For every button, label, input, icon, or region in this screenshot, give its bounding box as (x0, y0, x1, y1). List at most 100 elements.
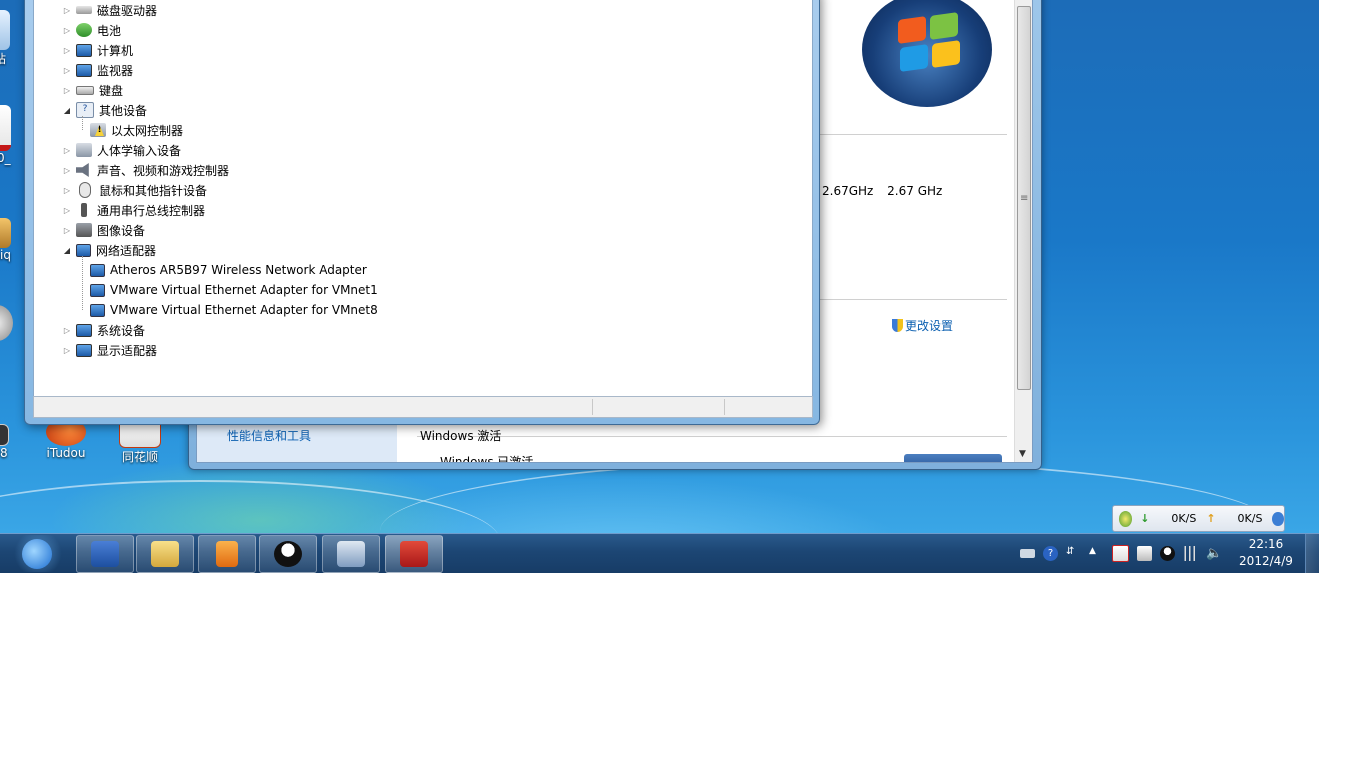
tree-node[interactable]: ◢? 其他设备 (62, 100, 147, 120)
change-settings-label: 更改设置 (905, 319, 954, 333)
tree-node[interactable]: ▷ 声音、视频和游戏控制器 (62, 160, 229, 180)
keyboard-icon (76, 85, 94, 95)
shield-icon (892, 319, 903, 332)
tree-node[interactable]: 以太网控制器 (90, 120, 183, 140)
flag-green (930, 12, 958, 40)
keyboard-icon[interactable] (1020, 549, 1035, 558)
help-icon[interactable]: ? (1043, 546, 1058, 561)
tree-node[interactable]: ▷ 鼠标和其他指针设备 (62, 180, 207, 200)
tree-node-label: 计算机 (97, 43, 134, 58)
expand-arrow-icon[interactable]: ▷ (62, 326, 72, 335)
start-button[interactable] (10, 535, 66, 572)
tree-node[interactable]: VMware Virtual Ethernet Adapter for VMne… (90, 300, 378, 320)
sound-icon (76, 163, 89, 177)
perf-info-link[interactable]: 性能信息和工具 (227, 427, 311, 444)
collapse-arrow-icon[interactable]: ◢ (62, 246, 72, 255)
desktop-icon-disc[interactable] (0, 305, 14, 341)
tree-node-label: 其他设备 (99, 103, 148, 118)
desktop-icon-label: iniq (0, 248, 11, 262)
restore-icon[interactable]: ⇵ (1066, 546, 1081, 561)
taskbar: ? ⇵ ▲ 🔈 22:16 2012/4/9 (0, 533, 1320, 573)
desktop-icon-label: 同花顺 (121, 450, 158, 464)
expand-arrow-icon[interactable]: ▷ (62, 6, 72, 15)
volume-icon[interactable]: 🔈 (1206, 546, 1222, 561)
status-separator (724, 399, 725, 415)
tree-node[interactable]: Atheros AR5B97 Wireless Network Adapter (90, 260, 367, 280)
expand-arrow-icon[interactable]: ▷ (62, 86, 72, 95)
expand-arrow-icon[interactable]: ▷ (62, 206, 72, 215)
unknown-device-icon: ? (76, 102, 94, 118)
tree-node[interactable]: ▷ 显示适配器 (62, 340, 157, 360)
tree-node[interactable]: ◢ 网络适配器 (62, 240, 156, 260)
clock[interactable]: 22:16 2012/4/9 (1236, 536, 1296, 570)
taskbar-control-panel[interactable] (322, 535, 380, 573)
accelerator-icon (1119, 510, 1133, 527)
show-desktop-button[interactable] (1305, 534, 1320, 573)
change-settings-link[interactable]: 更改设置 (892, 317, 953, 334)
desktop: 站 00_ iniq 08 iTudou 同花顺 2. (0, 0, 1319, 533)
tree-node[interactable]: ▷ 人体学输入设备 (62, 140, 181, 160)
windows-logo (862, 0, 992, 107)
desktop-icon-file[interactable]: 08 (0, 424, 14, 460)
battery-icon (76, 23, 92, 37)
tree-node[interactable]: ▷ 磁盘驱动器 (62, 0, 157, 20)
wallpaper-swoosh (0, 480, 500, 533)
tree-node[interactable]: ▷ 计算机 (62, 40, 133, 60)
clipboard-icon[interactable] (1137, 546, 1152, 561)
tree-node[interactable]: ▷ 图像设备 (62, 220, 145, 240)
scroll-down-icon[interactable]: ▼ (1019, 449, 1026, 459)
processor-speed: 2.67GHz 2.67 GHz (822, 184, 952, 198)
monitor-icon (76, 63, 92, 77)
expand-arrow-icon[interactable]: ▷ (62, 226, 72, 235)
tree-node[interactable]: ▷ 电池 (62, 20, 121, 40)
desktop-icon-pdf[interactable]: 00_ (0, 105, 14, 165)
genuine-button[interactable] (904, 454, 1002, 462)
expand-arrow-icon[interactable]: ▷ (62, 346, 72, 355)
word-icon (91, 541, 119, 567)
taskbar-word[interactable] (76, 535, 134, 573)
show-hidden-icons-icon[interactable]: ▲ (1089, 546, 1104, 561)
scrollbar[interactable]: ▼ (1014, 0, 1032, 462)
network-adapter-icon (90, 283, 105, 297)
taskbar-explorer[interactable] (136, 535, 194, 573)
netspeed-widget[interactable]: ↓ 0K/S ↑ 0K/S (1112, 505, 1285, 532)
expand-arrow-icon[interactable]: ▷ (62, 46, 72, 55)
disk-drive-icon (76, 6, 92, 14)
download-arrow-icon: ↓ (1140, 512, 1150, 525)
tree-node[interactable]: ▷ 通用串行总线控制器 (62, 200, 205, 220)
qq-tray-icon[interactable] (1160, 546, 1175, 561)
tree-node[interactable]: ▷ 监视器 (62, 60, 133, 80)
expand-arrow-icon[interactable]: ▷ (62, 166, 72, 175)
network-adapter-icon (90, 263, 105, 277)
action-center-icon[interactable] (1112, 545, 1129, 562)
device-manager-window[interactable]: ▷处理器▷磁盘驱动器▷电池▷计算机▷监视器▷键盘◢?其他设备以太网控制器▷人体学… (24, 0, 820, 425)
desktop-icon-recycle-bin[interactable]: 站 (0, 10, 14, 67)
tree-node[interactable]: VMware Virtual Ethernet Adapter for VMne… (90, 280, 378, 300)
scrollbar-thumb[interactable] (1017, 6, 1031, 390)
tree-node[interactable]: ▷ 系统设备 (62, 320, 145, 340)
tree-node-label: Atheros AR5B97 Wireless Network Adapter (110, 263, 367, 277)
control-panel-icon (337, 541, 365, 567)
download-speed: 0K/S (1171, 512, 1197, 525)
tree-node[interactable]: ▷ 键盘 (62, 80, 123, 100)
expand-arrow-icon[interactable]: ▷ (62, 66, 72, 75)
hid-icon (76, 143, 92, 157)
expand-arrow-icon[interactable]: ▷ (62, 26, 72, 35)
taskbar-media-player[interactable] (198, 535, 256, 573)
pdf-file-icon (0, 105, 11, 151)
warning-device-icon (90, 123, 106, 137)
taskbar-toolbox[interactable] (385, 535, 443, 573)
display-adapter-icon (76, 343, 92, 357)
collapse-arrow-icon[interactable]: ◢ (62, 106, 72, 115)
expand-arrow-icon[interactable]: ▷ (62, 146, 72, 155)
recycle-bin-icon (0, 10, 10, 50)
device-tree[interactable]: ▷处理器▷磁盘驱动器▷电池▷计算机▷监视器▷键盘◢?其他设备以太网控制器▷人体学… (33, 0, 813, 397)
tree-node-label: 以太网控制器 (111, 123, 184, 138)
ie-icon (22, 539, 52, 569)
taskbar-qq[interactable] (259, 535, 317, 573)
desktop-icon-archive[interactable]: iniq (0, 218, 14, 262)
expand-arrow-icon[interactable]: ▷ (62, 186, 72, 195)
wifi-signal-icon[interactable] (1183, 546, 1198, 561)
tree-node-label: 人体学输入设备 (97, 143, 182, 158)
desktop-icon-tonghuashun[interactable]: 同花顺 (112, 418, 168, 465)
